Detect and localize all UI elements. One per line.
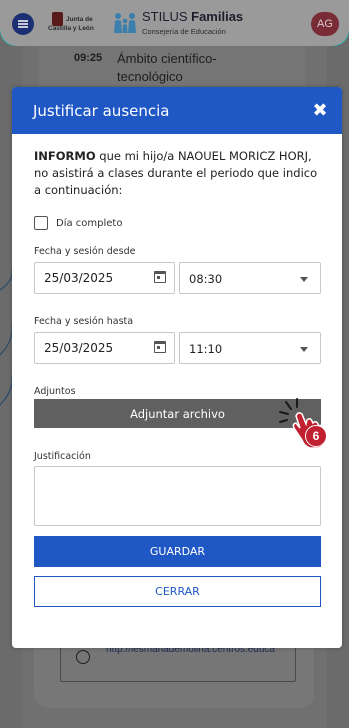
family-icon [114,13,136,33]
close-button[interactable]: CERRAR [34,576,321,607]
justify-absence-dialog: Justificar ausencia ✖ INFORMO que mi hij… [12,87,342,648]
to-date-value: 25/03/2025 [44,341,114,355]
calendar-icon[interactable] [154,341,166,353]
calendar-icon[interactable] [154,271,166,283]
from-label: Fecha y sesión desde [34,246,136,257]
coat-of-arms-icon [52,12,63,26]
attachments-label: Adjuntos [34,386,76,397]
close-icon[interactable]: ✖ [312,102,328,120]
from-time-select[interactable]: 08:30 [179,262,321,294]
junta-logo-line1: Junta de [66,16,93,23]
top-app-bar-dimmed: Junta de Castilla y León STILUS Familias… [0,0,349,46]
from-date-input[interactable]: 25/03/2025 [34,262,175,294]
justification-label: Justificación [34,451,91,462]
dialog-title: Justificar ausencia [33,102,170,120]
junta-logo: Junta de Castilla y León [48,12,104,38]
schedule-subject: Ámbito científico-tecnológico [117,51,217,84]
to-time-select[interactable]: 11:10 [179,332,321,364]
full-day-row[interactable]: Día completo [34,215,122,231]
chevron-down-icon [300,347,308,352]
justification-textarea[interactable] [34,466,321,526]
dialog-header: Justificar ausencia ✖ [12,87,342,134]
menu-button[interactable] [12,13,34,35]
app-title-bold: Familias [191,9,244,24]
to-date-input[interactable]: 25/03/2025 [34,332,175,364]
app-subtitle: Consejería de Educación [142,27,226,36]
from-date-value: 25/03/2025 [44,271,114,285]
junta-logo-line2: Castilla y León [48,25,94,32]
to-label: Fecha y sesión hasta [34,316,134,327]
info-paragraph: INFORMO que mi hijo/a NAOUEL MORICZ HORJ… [34,148,326,199]
user-avatar[interactable]: AG [311,12,339,36]
info-bold: INFORMO [34,149,96,163]
app-title: STILUS Familias [142,9,243,24]
to-time-value: 11:10 [189,342,223,356]
full-day-checkbox[interactable] [34,216,48,230]
schedule-time: 09:25 [74,52,103,64]
save-button[interactable]: GUARDAR [34,536,321,567]
globe-icon [76,650,90,664]
from-time-value: 08:30 [189,272,223,286]
full-day-label: Día completo [56,217,123,229]
chevron-down-icon [300,277,308,282]
hamburger-icon [18,23,28,25]
app-title-light: STILUS [142,9,188,24]
step-badge: 6 [305,425,327,447]
